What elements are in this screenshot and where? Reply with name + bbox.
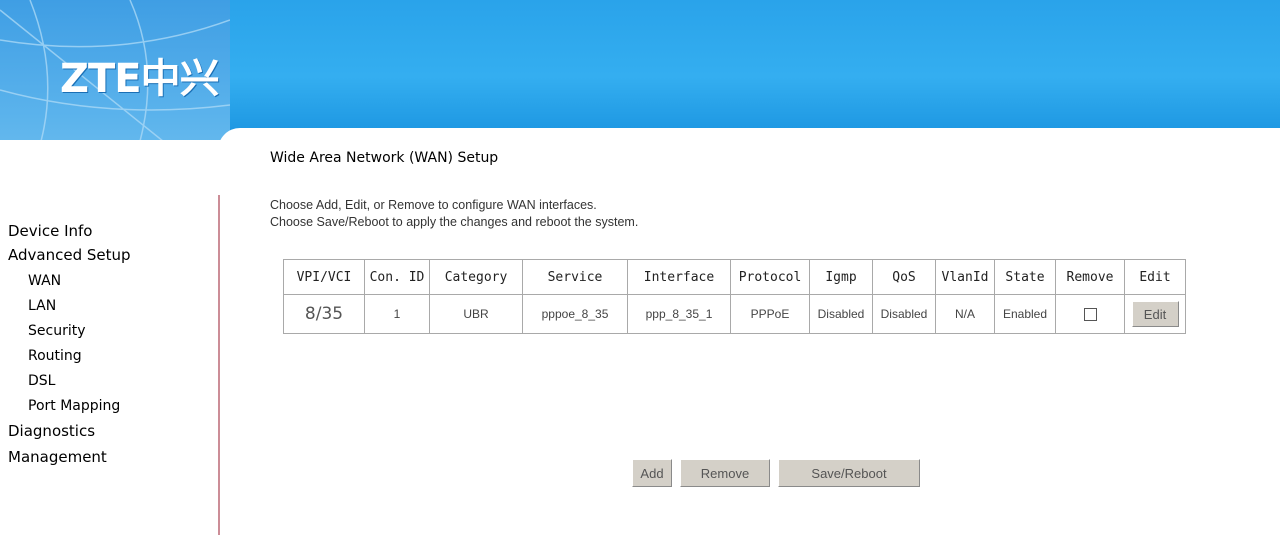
column-header-qos: QoS [872,259,936,295]
zte-logo: ZTE中兴 [60,56,220,102]
cell-vlanid: N/A [935,294,995,334]
save-reboot-button[interactable]: Save/Reboot [778,459,920,487]
nav-port-mapping[interactable]: Port Mapping [8,394,131,419]
nav-diagnostics[interactable]: Diagnostics [8,419,131,444]
nav-wan[interactable]: WAN [8,269,131,294]
remove-button[interactable]: Remove [680,459,770,487]
nav-management[interactable]: Management [8,444,131,471]
column-header-vpi-vci: VPI/VCI [283,259,365,295]
nav-routing[interactable]: Routing [8,344,131,369]
column-header-con-id: Con. ID [364,259,430,295]
column-header-vlanid: VlanId [935,259,995,295]
cell-edit: Edit [1124,294,1186,334]
cell-service: pppoe_8_35 [522,294,628,334]
description-line-1: Choose Add, Edit, or Remove to configure… [270,198,597,212]
cell-remove [1055,294,1125,334]
cell-category: UBR [429,294,523,334]
column-header-category: Category [429,259,523,295]
column-header-service: Service [522,259,628,295]
nav-security[interactable]: Security [8,319,131,344]
add-button[interactable]: Add [632,459,672,487]
sidebar: Device Info Advanced Setup WAN LAN Secur… [0,195,220,535]
column-header-remove: Remove [1055,259,1125,295]
nav-lan[interactable]: LAN [8,294,131,319]
edit-button[interactable]: Edit [1131,301,1179,327]
cell-protocol: PPPoE [730,294,810,334]
column-header-protocol: Protocol [730,259,810,295]
cell-igmp: Disabled [809,294,873,334]
cell-con-id: 1 [364,294,430,334]
column-header-edit: Edit [1124,259,1186,295]
column-header-state: State [994,259,1056,295]
table-header-row: VPI/VCI Con. ID Category Service Interfa… [283,259,1186,295]
wan-interfaces-table: VPI/VCI Con. ID Category Service Interfa… [283,259,1186,334]
cell-state: Enabled [994,294,1056,334]
page-description: Choose Add, Edit, or Remove to configure… [270,197,638,231]
remove-checkbox[interactable] [1083,308,1097,322]
page-title: Wide Area Network (WAN) Setup [270,150,499,166]
table-row: 8/35 1 UBR pppoe_8_35 ppp_8_35_1 PPPoE D… [283,294,1186,334]
column-header-interface: Interface [627,259,731,295]
nav-device-info[interactable]: Device Info [8,220,131,242]
column-header-igmp: Igmp [809,259,873,295]
sidebar-nav: Device Info Advanced Setup WAN LAN Secur… [8,220,131,471]
cell-qos: Disabled [872,294,936,334]
header-banner: ZTE中兴 [0,0,1280,140]
description-line-2: Choose Save/Reboot to apply the changes … [270,215,639,229]
logo-panel: ZTE中兴 [0,0,230,140]
cell-vpi-vci: 8/35 [283,294,365,334]
nav-dsl[interactable]: DSL [8,369,131,394]
cell-interface: ppp_8_35_1 [627,294,731,334]
nav-advanced-setup[interactable]: Advanced Setup [8,242,131,269]
